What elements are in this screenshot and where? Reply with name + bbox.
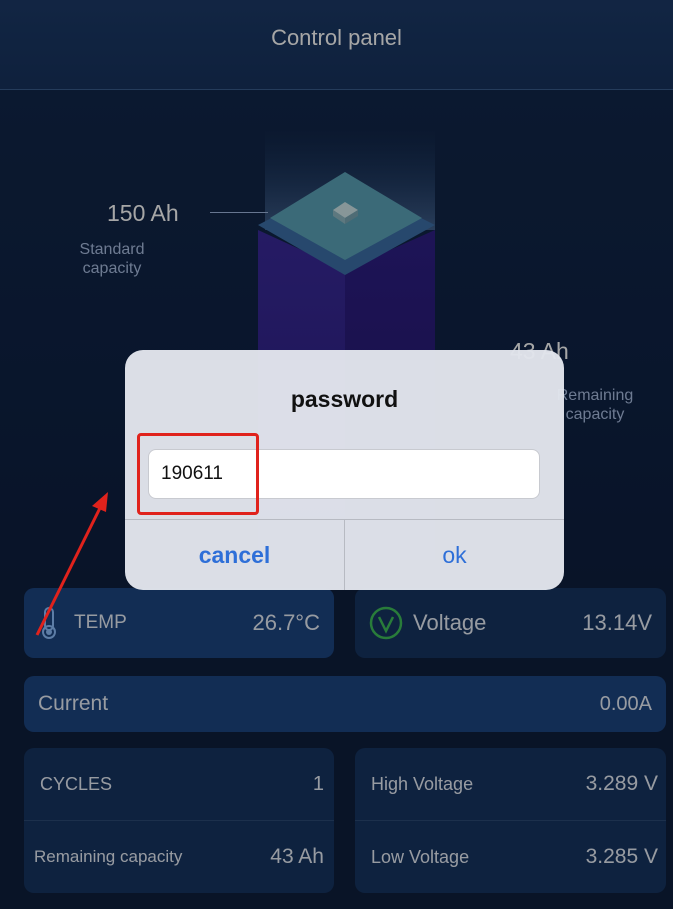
annotation-arrow [35,492,108,636]
